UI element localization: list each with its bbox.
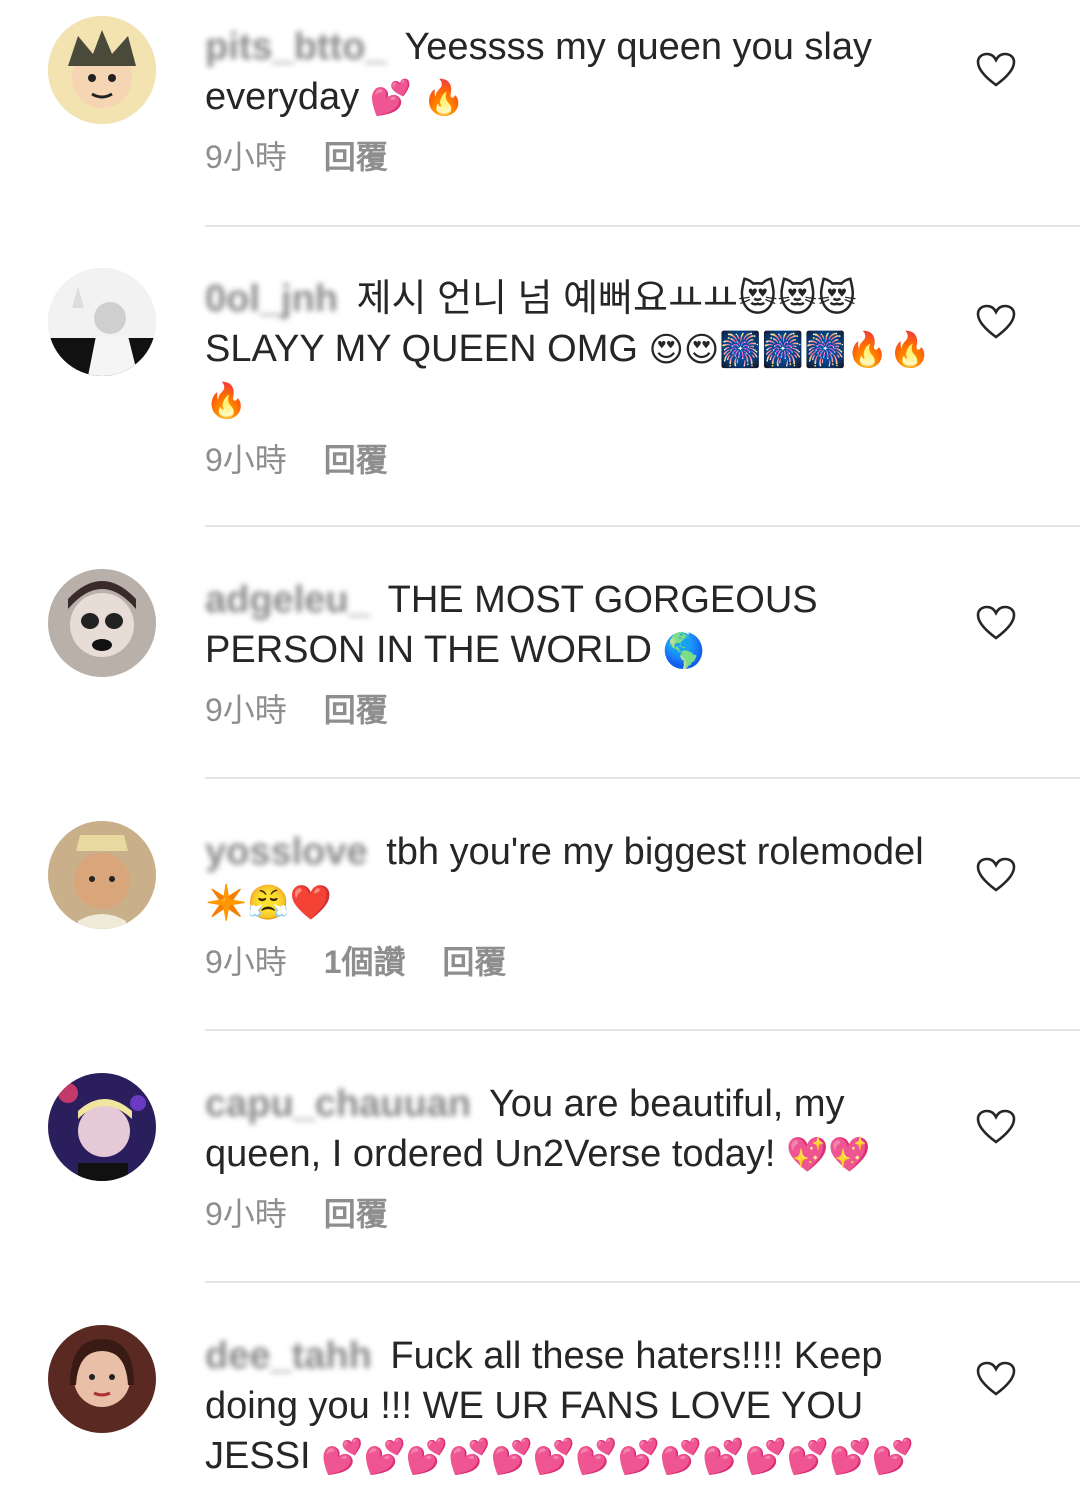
divider xyxy=(205,525,1080,527)
comment-time: 9小時 xyxy=(205,944,287,980)
comment-meta: 9小時 1個讚 回覆 xyxy=(205,942,945,982)
avatar[interactable] xyxy=(48,569,156,677)
comment-emoji: ✴️😤❤️ xyxy=(205,883,333,923)
comment-username[interactable]: adgeleu_ xyxy=(205,579,370,621)
comment-text: pits_btto_ Yeessss my queen you slay eve… xyxy=(205,22,945,123)
reply-button[interactable]: 回覆 xyxy=(324,139,388,175)
comment-text: capu_chauuan You are beautiful, my queen… xyxy=(205,1079,945,1180)
heart-outline-icon[interactable] xyxy=(976,1361,1016,1397)
reply-button[interactable]: 回覆 xyxy=(324,442,388,478)
divider xyxy=(205,777,1080,779)
heart-outline-icon[interactable] xyxy=(976,857,1016,893)
comment-username[interactable]: dee_tahh xyxy=(205,1335,372,1377)
comment-username[interactable]: yosslove xyxy=(205,831,368,873)
divider xyxy=(205,1281,1080,1283)
comment-username[interactable]: pits_btto_ xyxy=(205,26,387,68)
divider xyxy=(205,225,1080,227)
comment-emoji: 💖💖 xyxy=(785,1135,871,1175)
comment-text: yosslove tbh you're my biggest rolemodel… xyxy=(205,827,945,928)
comment-time: 9小時 xyxy=(205,442,287,478)
comment-emoji: 💕💕💕💕💕💕💕💕💕💕💕💕💕💕 xyxy=(321,1437,914,1477)
comment-time: 9小時 xyxy=(205,692,287,728)
comment-text: adgeleu_ THE MOST GORGEOUS PERSON IN THE… xyxy=(205,575,945,676)
comment-emoji: 💕 🔥 xyxy=(369,78,466,118)
comment-time: 9小時 xyxy=(205,1196,287,1232)
heart-outline-icon[interactable] xyxy=(976,605,1016,641)
like-count[interactable]: 1個讚 xyxy=(324,944,406,980)
comment-meta: 9小時 回覆 xyxy=(205,1194,945,1234)
comment-username[interactable]: capu_chauuan xyxy=(205,1083,471,1125)
comment-meta: 9小時 回覆 xyxy=(205,440,945,480)
heart-outline-icon[interactable] xyxy=(976,304,1016,340)
divider xyxy=(205,1029,1080,1031)
avatar[interactable] xyxy=(48,1073,156,1181)
reply-button[interactable]: 回覆 xyxy=(324,692,388,728)
reply-button[interactable]: 回覆 xyxy=(442,944,506,980)
avatar[interactable] xyxy=(48,821,156,929)
comment-body: tbh you're my biggest rolemodel xyxy=(386,831,924,873)
comment-meta: 9小時 回覆 xyxy=(205,137,945,177)
comment-time: 9小時 xyxy=(205,139,287,175)
avatar[interactable] xyxy=(48,1325,156,1433)
avatar[interactable] xyxy=(48,268,156,376)
avatar[interactable] xyxy=(48,16,156,124)
comment-text: dee_tahh Fuck all these haters!!!! Keep … xyxy=(205,1331,945,1482)
comment-username[interactable]: 0ol_jnh xyxy=(205,278,338,320)
heart-outline-icon[interactable] xyxy=(976,52,1016,88)
comment-meta: 9小時 回覆 xyxy=(205,690,945,730)
comment-emoji: 🌎 xyxy=(662,631,705,671)
comment-text: 0ol_jnh 제시 언니 넘 예뻐요ㅛㅛ😻😻😻 SLAYY MY QUEEN … xyxy=(205,274,945,426)
reply-button[interactable]: 回覆 xyxy=(324,1196,388,1232)
heart-outline-icon[interactable] xyxy=(976,1109,1016,1145)
comment-list: pits_btto_ Yeessss my queen you slay eve… xyxy=(0,0,1080,1511)
